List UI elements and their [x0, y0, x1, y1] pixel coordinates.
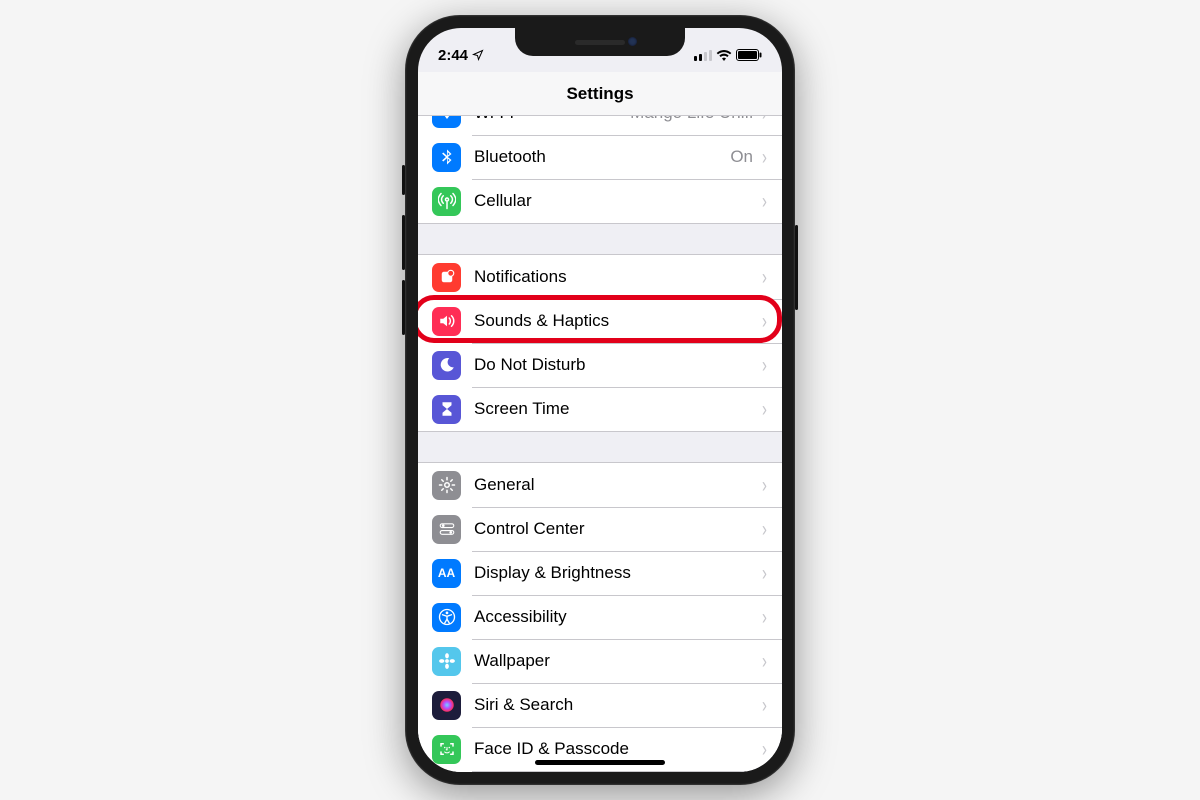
- hourglass-icon: [432, 395, 461, 424]
- chevron-right-icon: ›: [762, 311, 767, 332]
- chevron-right-icon: ›: [762, 607, 767, 628]
- chevron-right-icon: ›: [762, 563, 767, 584]
- gear-icon: [432, 471, 461, 500]
- row-label: Do Not Disturb: [474, 355, 761, 375]
- speaker-icon: [432, 307, 461, 336]
- bluetooth-icon: [432, 143, 461, 172]
- text-size-icon: AA: [432, 559, 461, 588]
- row-label: Cellular: [474, 191, 761, 211]
- volume-down-button: [402, 280, 405, 335]
- chevron-right-icon: ›: [762, 116, 767, 124]
- row-label: Siri & Search: [474, 695, 761, 715]
- side-button: [795, 225, 798, 310]
- settings-group: General›Control Center›AADisplay & Brigh…: [418, 462, 782, 772]
- row-siri[interactable]: Siri & Search›: [418, 683, 782, 727]
- wifi-icon: [716, 49, 732, 61]
- row-wallpaper[interactable]: Wallpaper›: [418, 639, 782, 683]
- siri-icon: [432, 691, 461, 720]
- row-controlcenter[interactable]: Control Center›: [418, 507, 782, 551]
- phone-frame: 2:44: [405, 15, 795, 785]
- row-label: Display & Brightness: [474, 563, 761, 583]
- row-sos[interactable]: SOSEmergency SOS›: [418, 771, 782, 772]
- location-icon: [472, 49, 484, 61]
- row-label: Wi-Fi: [474, 116, 630, 123]
- page-title: Settings: [566, 84, 633, 104]
- chevron-right-icon: ›: [762, 267, 767, 288]
- status-time: 2:44: [438, 47, 468, 64]
- faceid-icon: [432, 735, 461, 764]
- notifications-icon: [432, 263, 461, 292]
- row-sounds[interactable]: Sounds & Haptics›: [418, 299, 782, 343]
- notch: [515, 28, 685, 56]
- row-label: Face ID & Passcode: [474, 739, 761, 759]
- row-label: General: [474, 475, 761, 495]
- row-bluetooth[interactable]: BluetoothOn ›: [418, 135, 782, 179]
- chevron-right-icon: ›: [762, 191, 767, 212]
- home-indicator[interactable]: [535, 760, 665, 765]
- row-cellular[interactable]: Cellular›: [418, 179, 782, 223]
- row-value: Mango Life Unifi: [630, 116, 753, 123]
- cellular-signal-icon: [694, 49, 712, 61]
- chevron-right-icon: ›: [762, 475, 767, 496]
- chevron-right-icon: ›: [762, 739, 767, 760]
- battery-icon: [736, 49, 762, 61]
- switches-icon: [432, 515, 461, 544]
- row-notifications[interactable]: Notifications›: [418, 255, 782, 299]
- speaker-grille: [575, 40, 625, 45]
- volume-up-button: [402, 215, 405, 270]
- antenna-icon: [432, 187, 461, 216]
- row-label: Screen Time: [474, 399, 761, 419]
- settings-group: Wi-FiMango Life Unifi›BluetoothOn›Cellul…: [418, 116, 782, 224]
- row-general[interactable]: General›: [418, 463, 782, 507]
- chevron-right-icon: ›: [762, 355, 767, 376]
- row-label: Bluetooth: [474, 147, 730, 167]
- chevron-right-icon: ›: [762, 519, 767, 540]
- row-wifi[interactable]: Wi-FiMango Life Unifi ›: [418, 116, 782, 135]
- row-value: On: [730, 147, 753, 167]
- wifi-icon: [432, 116, 461, 128]
- nav-bar: Settings: [418, 72, 782, 116]
- chevron-right-icon: ›: [762, 399, 767, 420]
- accessibility-icon: [432, 603, 461, 632]
- chevron-right-icon: ›: [762, 651, 767, 672]
- chevron-right-icon: ›: [762, 695, 767, 716]
- chevron-right-icon: ›: [762, 147, 767, 168]
- row-label: Sounds & Haptics: [474, 311, 761, 331]
- row-label: Wallpaper: [474, 651, 761, 671]
- flower-icon: [432, 647, 461, 676]
- mute-switch: [402, 165, 405, 195]
- row-label: Notifications: [474, 267, 761, 287]
- settings-list[interactable]: Wi-FiMango Life Unifi›BluetoothOn›Cellul…: [418, 116, 782, 772]
- screen: 2:44: [418, 28, 782, 772]
- row-screentime[interactable]: Screen Time›: [418, 387, 782, 431]
- row-accessibility[interactable]: Accessibility›: [418, 595, 782, 639]
- row-display[interactable]: AA Display & Brightness›: [418, 551, 782, 595]
- moon-icon: [432, 351, 461, 380]
- row-label: Control Center: [474, 519, 761, 539]
- row-dnd[interactable]: Do Not Disturb›: [418, 343, 782, 387]
- settings-group: Notifications›Sounds & Haptics›Do Not Di…: [418, 254, 782, 432]
- row-label: Accessibility: [474, 607, 761, 627]
- front-camera: [628, 37, 637, 46]
